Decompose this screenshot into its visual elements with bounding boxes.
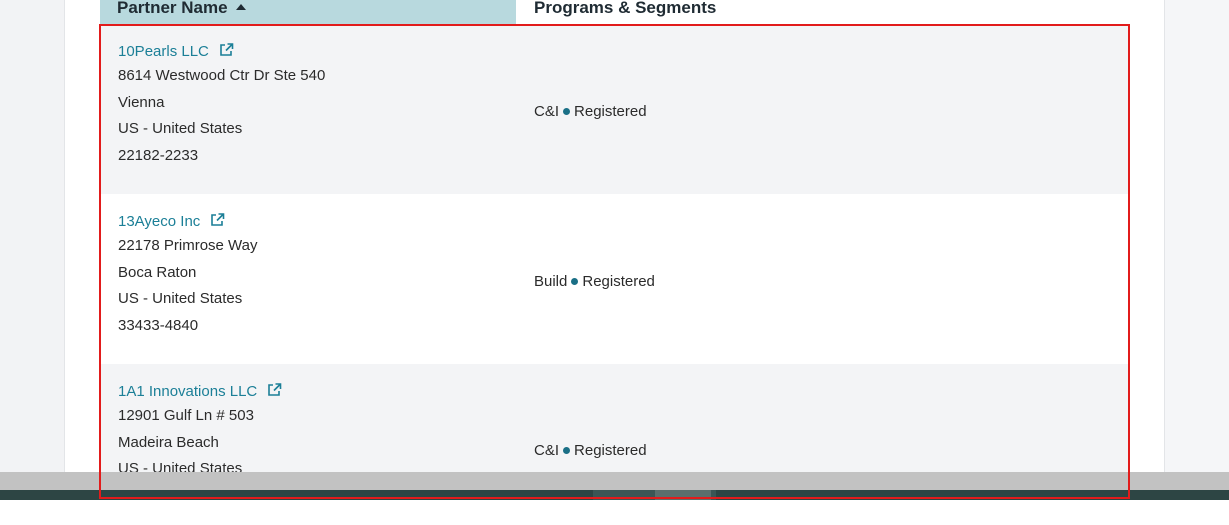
- address-street: 22178 Primrose Way: [118, 237, 258, 254]
- column-header-label: Programs & Segments: [534, 0, 717, 17]
- sort-ascending-icon[interactable]: [235, 4, 246, 10]
- partner-name-link[interactable]: 10Pearls LLC: [118, 41, 209, 63]
- bottom-strip: [0, 500, 1229, 525]
- separator-dot-icon: [563, 447, 571, 454]
- address-country: US - United States: [118, 120, 243, 137]
- address-country: US - United States: [118, 460, 243, 472]
- partner-cell: 1A1 Innovations LLC 12901 Gulf Ln # 503 …: [118, 381, 498, 472]
- segment-label: Registered: [574, 103, 647, 120]
- horizontal-scrollbar[interactable]: [0, 472, 1229, 490]
- programs-cell: C&I Registered: [534, 442, 647, 459]
- programs-cell: Build Registered: [534, 273, 655, 290]
- address-city: Boca Raton: [118, 263, 197, 281]
- table-row: 13Ayeco Inc 22178 Primrose Way Boca Rato…: [100, 194, 1129, 364]
- external-link-icon[interactable]: [210, 213, 225, 232]
- program-label: C&I: [534, 103, 560, 120]
- address-country: US - United States: [118, 290, 243, 307]
- partner-cell: 10Pearls LLC 8614 Westwood Ctr Dr Ste 54…: [118, 41, 498, 169]
- external-link-icon[interactable]: [219, 43, 234, 62]
- address-street: 8614 Westwood Ctr Dr Ste 540: [118, 67, 326, 84]
- segment-label: Registered: [574, 442, 647, 459]
- programs-cell: C&I Registered: [534, 103, 647, 120]
- partner-cell: 13Ayeco Inc 22178 Primrose Way Boca Rato…: [118, 211, 498, 339]
- separator-dot-icon: [563, 108, 571, 115]
- page-background: [1165, 0, 1229, 472]
- column-header-label: Partner Name: [117, 0, 228, 17]
- partner-name-link[interactable]: 13Ayeco Inc: [118, 211, 200, 233]
- program-label: C&I: [534, 442, 560, 459]
- address-city: Madeira Beach: [118, 433, 219, 451]
- separator-dot-icon: [571, 278, 579, 285]
- column-header-partner-name[interactable]: Partner Name: [100, 0, 516, 24]
- partner-name-link[interactable]: 1A1 Innovations LLC: [118, 381, 257, 403]
- program-label: Build: [534, 273, 568, 290]
- table-header: Partner Name Programs & Segments: [100, 0, 1129, 24]
- address-postal-code: 33433-4840: [118, 316, 199, 334]
- external-link-icon[interactable]: [267, 383, 282, 402]
- address-street: 12901 Gulf Ln # 503: [118, 407, 254, 424]
- segment-label: Registered: [582, 273, 655, 290]
- address-postal-code: 22182-2233: [118, 146, 199, 164]
- table-row: 1A1 Innovations LLC 12901 Gulf Ln # 503 …: [100, 364, 1129, 472]
- column-header-programs: Programs & Segments: [516, 0, 1129, 24]
- scrollbar-thumb-highlight[interactable]: [655, 490, 711, 500]
- address-city: Vienna: [118, 93, 165, 111]
- partners-table: Partner Name Programs & Segments 10Pearl…: [100, 0, 1129, 472]
- table-row: 10Pearls LLC 8614 Westwood Ctr Dr Ste 54…: [100, 24, 1129, 194]
